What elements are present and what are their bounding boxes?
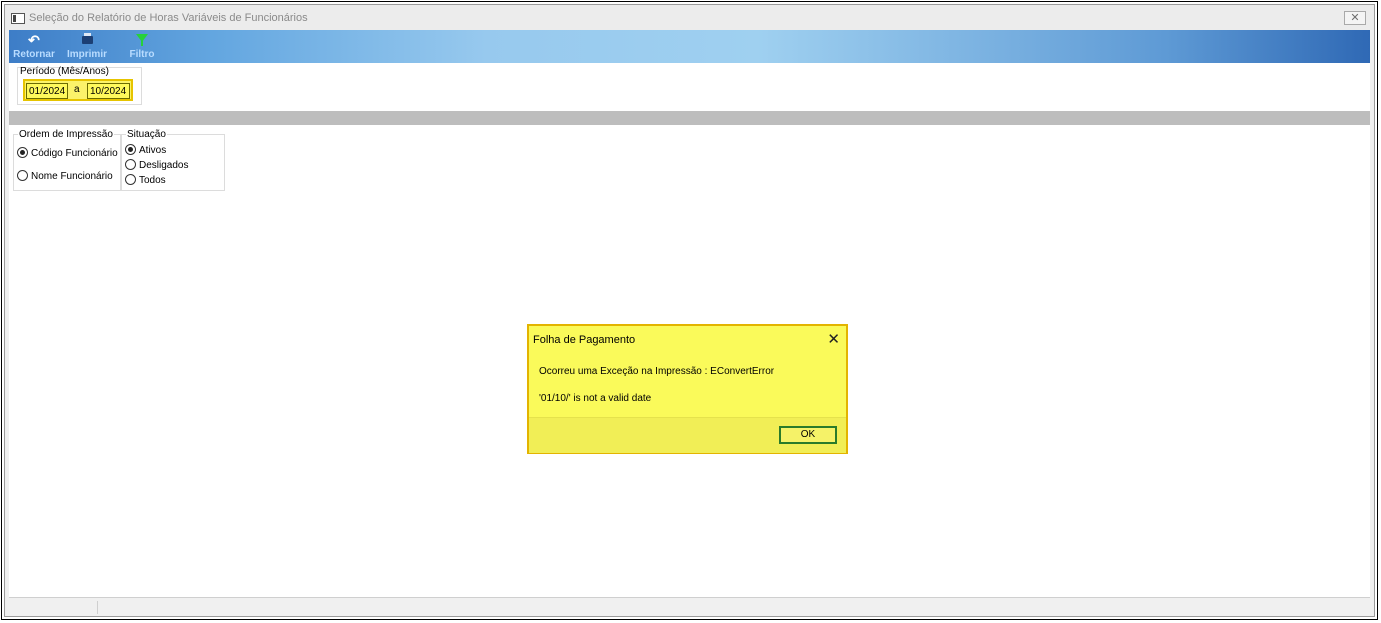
radio-desligados[interactable]: Desligados	[125, 159, 188, 171]
error-message-line2: '01/10/' is not a valid date	[539, 393, 652, 404]
radio-label: Desligados	[139, 160, 189, 171]
period-from-input[interactable]: 01/2024	[26, 83, 68, 99]
error-message-line1: Ocorreu uma Exceção na Impressão : EConv…	[539, 366, 775, 377]
period-to-input[interactable]: 10/2024	[87, 83, 130, 99]
radio-unchecked-icon	[125, 159, 136, 170]
period-separator: a	[74, 84, 80, 95]
ordem-impressao-group: Ordem de Impressão Código Funcionário No…	[13, 129, 121, 191]
radio-nome-funcionario[interactable]: Nome Funcionário	[17, 170, 113, 182]
printer-icon	[79, 33, 95, 47]
close-icon[interactable]: ✕	[827, 330, 840, 348]
filtro-label: Filtro	[129, 49, 155, 60]
retornar-label: Retornar	[13, 49, 55, 60]
undo-icon: ↶	[28, 32, 40, 48]
status-panel	[9, 601, 98, 614]
radio-ativos[interactable]: Ativos	[125, 144, 166, 156]
retornar-button[interactable]: ↶ Retornar	[11, 33, 57, 61]
window-close-button[interactable]: ✕	[1344, 11, 1366, 25]
error-dialog: Folha de Pagamento ✕ Ocorreu uma Exceção…	[527, 324, 848, 454]
status-bar	[9, 597, 1370, 616]
radio-todos[interactable]: Todos	[125, 174, 166, 186]
report-selection-window: Seleção do Relatório de Horas Variáveis …	[4, 4, 1375, 617]
separator-bar	[9, 111, 1370, 125]
situacao-label: Situação	[126, 129, 167, 140]
radio-checked-icon	[125, 144, 136, 155]
radio-label: Código Funcionário	[31, 148, 118, 159]
ordem-impressao-label: Ordem de Impressão	[18, 129, 114, 140]
date-range-highlight: 01/2024 a 10/2024	[23, 79, 133, 101]
filtro-button[interactable]: Filtro	[119, 33, 165, 61]
dialog-title: Folha de Pagamento	[533, 334, 636, 346]
app-icon	[11, 13, 25, 24]
radio-unchecked-icon	[17, 170, 28, 181]
ok-button[interactable]: OK	[779, 426, 837, 444]
imprimir-label: Imprimir	[66, 49, 107, 60]
filter-icon	[134, 33, 150, 47]
radio-checked-icon	[17, 147, 28, 158]
radio-label: Todos	[139, 175, 166, 186]
situacao-group: Situação Ativos Desligados Todos	[121, 129, 225, 191]
toolbar: ↶ Retornar Imprimir Filtro	[9, 30, 1370, 63]
radio-unchecked-icon	[125, 174, 136, 185]
radio-codigo-funcionario[interactable]: Código Funcionário	[17, 147, 118, 159]
radio-label: Nome Funcionário	[31, 171, 113, 182]
title-bar: Seleção do Relatório de Horas Variáveis …	[5, 5, 1374, 30]
imprimir-button[interactable]: Imprimir	[64, 33, 110, 61]
dialog-footer: OK	[529, 417, 846, 453]
window-title: Seleção do Relatório de Horas Variáveis …	[29, 12, 308, 24]
radio-label: Ativos	[139, 145, 167, 156]
periodo-label: Período (Mês/Anos)	[20, 66, 109, 77]
